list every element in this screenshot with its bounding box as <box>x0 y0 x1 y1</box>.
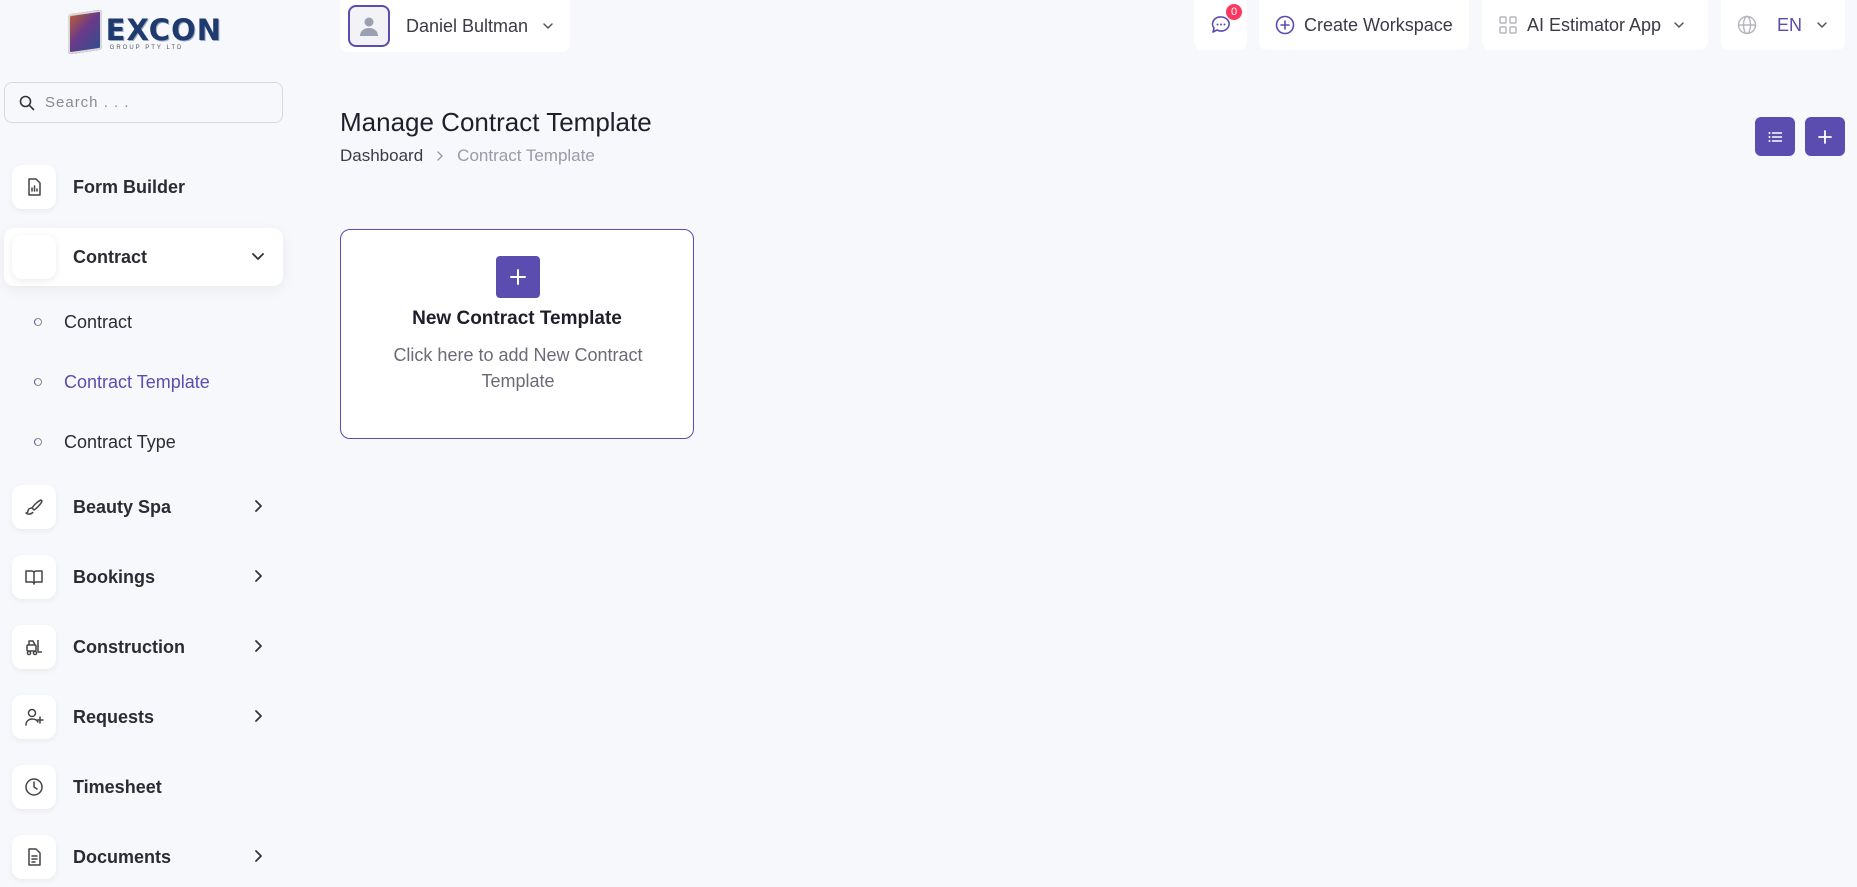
submenu-item-label: Contract Type <box>64 431 176 452</box>
chevron-right-icon <box>255 640 262 652</box>
user-menu[interactable]: Daniel Bultman <box>340 0 570 52</box>
language-switcher[interactable]: EN <box>1721 0 1845 50</box>
sidebar-item-beauty-spa[interactable]: Beauty Spa <box>4 478 283 536</box>
submenu-item-contract[interactable]: Contract <box>34 307 132 337</box>
page-title: Manage Contract Template <box>340 107 652 137</box>
chevron-right-icon <box>255 710 262 722</box>
search-box <box>4 82 283 123</box>
sidebar-item-label: Requests <box>73 706 155 727</box>
new-contract-template-card[interactable]: New Contract Template Click here to add … <box>340 229 694 439</box>
app-switcher[interactable]: AI Estimator App <box>1482 0 1708 50</box>
user-plus-icon <box>12 695 56 739</box>
apps-grid-icon <box>1499 16 1517 34</box>
messages-count-badge: 0 <box>1226 4 1242 20</box>
chevron-right-icon <box>255 500 262 512</box>
avatar <box>348 5 390 47</box>
card-description: Click here to add New Contract Template <box>393 345 643 391</box>
plus-icon <box>1818 129 1832 144</box>
submenu-item-contract-template[interactable]: Contract Template <box>34 367 210 397</box>
plus-circle-icon <box>1275 15 1295 35</box>
search-icon <box>19 95 35 110</box>
logo-name: EXCON <box>105 13 222 47</box>
chevron-down-icon <box>1817 22 1827 28</box>
sidebar-item-label: Bookings <box>73 566 156 587</box>
submenu-item-label: Contract Template <box>64 371 210 392</box>
sidebar-item-construction[interactable]: Construction <box>4 618 283 676</box>
chevron-right-icon <box>255 850 262 862</box>
chevron-down-icon <box>543 23 553 29</box>
sidebar-item-form-builder[interactable]: Form Builder <box>4 158 283 216</box>
logo-cube-icon <box>62 8 104 58</box>
brush-icon <box>12 485 56 529</box>
chevron-down-icon <box>1674 22 1684 28</box>
forklift-icon <box>12 625 56 669</box>
clock-icon <box>12 765 56 809</box>
sidebar-item-timesheet[interactable]: Timesheet <box>4 758 283 816</box>
breadcrumb-dashboard-link[interactable]: Dashboard <box>340 146 423 166</box>
bullet-icon <box>34 378 42 386</box>
user-name: Daniel Bultman <box>406 15 529 36</box>
messages-button[interactable]: 0 <box>1194 0 1247 50</box>
sidebar-item-contract[interactable]: Contract <box>4 228 283 286</box>
submenu-item-contract-type[interactable]: Contract Type <box>34 427 176 457</box>
sidebar-item-bookings[interactable]: Bookings <box>4 548 283 606</box>
company-logo[interactable]: EXCON GROUP PTY LTD <box>62 4 222 62</box>
sidebar-item-label: Documents <box>73 846 172 867</box>
app-switcher-label: AI Estimator App <box>1527 14 1662 35</box>
card-title: New Contract Template <box>412 308 622 329</box>
add-template-button[interactable] <box>496 256 540 298</box>
sidebar-item-label: Timesheet <box>73 776 162 797</box>
sidebar-item-requests[interactable]: Requests <box>4 688 283 746</box>
contract-icon <box>12 235 56 279</box>
language-label: EN <box>1777 14 1803 35</box>
user-icon <box>360 17 378 36</box>
sidebar-item-label: Beauty Spa <box>73 496 172 517</box>
form-builder-icon <box>12 165 56 209</box>
search-input[interactable] <box>45 94 265 111</box>
plus-icon <box>510 269 526 285</box>
sidebar: EXCON GROUP PTY LTD Form Builder Contrac… <box>0 0 285 887</box>
add-button[interactable] <box>1805 117 1845 156</box>
logo-tagline: GROUP PTY LTD <box>109 45 184 51</box>
bullet-icon <box>34 438 42 446</box>
create-workspace-button[interactable]: Create Workspace <box>1259 0 1469 50</box>
chevron-right-icon <box>255 570 262 582</box>
document-icon <box>12 835 56 879</box>
sidebar-item-label: Form Builder <box>73 176 186 197</box>
chevron-down-icon <box>252 253 264 260</box>
create-workspace-label: Create Workspace <box>1304 14 1453 35</box>
bullet-icon <box>34 318 42 326</box>
sidebar-item-documents[interactable]: Documents <box>4 828 283 886</box>
sidebar-item-label: Construction <box>73 636 185 657</box>
globe-icon <box>1737 15 1757 35</box>
chevron-right-icon <box>437 151 443 161</box>
list-icon <box>1768 131 1783 142</box>
breadcrumb-current: Contract Template <box>457 146 595 165</box>
submenu-item-label: Contract <box>64 311 133 332</box>
sidebar-item-label: Contract <box>73 246 148 267</box>
list-view-button[interactable] <box>1755 117 1795 156</box>
book-icon <box>12 555 56 599</box>
breadcrumb: Dashboard Contract Template <box>340 146 595 166</box>
